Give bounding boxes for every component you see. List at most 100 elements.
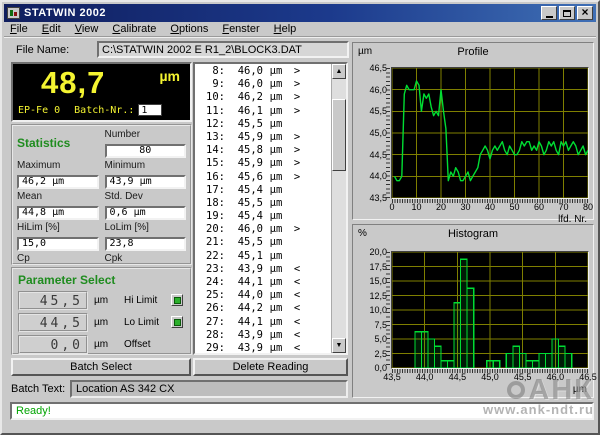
title-bar[interactable]: STATWIN 2002 × [4,4,596,22]
stat-field-mean: Mean [17,190,99,220]
probe-label: EP-Fe 0 [18,105,60,116]
reading-flag [289,250,305,263]
batch-nr-input[interactable] [138,104,162,116]
y-tick-label: 5,0 [357,334,387,344]
list-item[interactable]: 11:46,1µm> [195,105,331,118]
y-tick-label: 45,0 [357,128,387,138]
param-value-box[interactable]: 44,5 [18,313,88,332]
menu-help[interactable]: Help [274,23,297,35]
list-item[interactable]: 16:45,6µm> [195,171,331,184]
batch-text-field[interactable] [70,380,348,398]
minimize-button[interactable] [541,6,557,20]
scrollbar-track[interactable] [332,79,346,338]
stat-value[interactable] [17,206,99,220]
app-window: STATWIN 2002 × File Edit View Calibrate Opti… [0,0,600,435]
close-button[interactable]: × [577,6,593,20]
list-item[interactable]: 25:44,0µm< [195,289,331,302]
x-tick-label: 44,5 [442,372,472,382]
y-tick-label: 43,5 [357,193,387,203]
stat-label: LoLim [%] [105,222,187,233]
list-item[interactable]: 24:44,1µm< [195,276,331,289]
list-item[interactable]: 9:46,0µm> [195,78,331,91]
list-item[interactable]: 15:45,9µm> [195,157,331,170]
reading-value: 46,0 [225,65,263,78]
stat-value[interactable] [105,206,187,220]
batch-text-label: Batch Text: [11,383,65,395]
param-label: Offset [124,339,171,350]
param-value-box[interactable]: 0,0 [18,335,88,354]
x-minor-ticks [392,369,588,373]
reading-flag: > [289,65,305,78]
scroll-down-button[interactable]: ▼ [332,338,346,353]
scrollbar-thumb[interactable] [332,99,346,171]
reading-unit: µm [263,263,289,276]
stat-label: Cpk [105,253,187,264]
stat-field-hilim-: HiLim [%] [17,221,99,251]
stat-value[interactable] [17,237,99,251]
list-item[interactable]: 17:45,4µm [195,184,331,197]
list-item[interactable]: 26:44,2µm< [195,302,331,315]
list-item[interactable]: 18:45,5µm [195,197,331,210]
readings-scrollbar[interactable]: ▲ ▼ [331,64,346,353]
y-tick-label: 46,5 [357,63,387,73]
reading-value: 46,0 [225,223,263,236]
menu-edit[interactable]: Edit [42,23,61,35]
reading-index: 9: [195,78,225,91]
x-tick-label: 43,5 [377,372,407,382]
menu-view[interactable]: View [75,23,99,35]
param-value-box[interactable]: 45,5 [18,291,88,310]
reading-flag: > [289,144,305,157]
list-item[interactable]: 8:46,0µm> [195,65,331,78]
list-item[interactable]: 28:43,9µm< [195,329,331,342]
list-item[interactable]: 12:45,5µm [195,118,331,131]
reading-index: 18: [195,197,225,210]
reading-unit: µm [263,236,289,249]
list-item[interactable]: 19:45,4µm [195,210,331,223]
menu-options[interactable]: Options [170,23,208,35]
y-tick-label: 12,5 [357,291,387,301]
list-item[interactable]: 23:43,9µm< [195,263,331,276]
list-item[interactable]: 21:45,5µm [195,236,331,249]
menu-bar: File Edit View Calibrate Options Fenster Help [4,22,596,37]
scroll-up-button[interactable]: ▲ [332,64,346,79]
reading-flag: < [289,316,305,329]
stat-value[interactable] [105,175,187,189]
param-label: Lo Limit [124,317,171,328]
reading-flag: < [289,276,305,289]
list-item[interactable]: 13:45,9µm> [195,131,331,144]
stat-value[interactable] [105,237,187,251]
parameter-select-panel: Parameter Select 45,5µmHi Limit44,5µmLo … [11,267,192,355]
reading-unit: µm [263,118,289,131]
list-item[interactable]: 14:45,8µm> [195,144,331,157]
list-item[interactable]: 20:46,0µm> [195,223,331,236]
led-indicator[interactable] [171,316,183,328]
histogram-chart [392,252,588,368]
list-item[interactable]: 27:44,1µm< [195,316,331,329]
reading-unit: µm [263,342,289,353]
menu-calibrate[interactable]: Calibrate [112,23,156,35]
reading-unit: µm [263,78,289,91]
reading-unit: µm [263,184,289,197]
stat-label: Number [105,129,187,140]
menu-fenster[interactable]: Fenster [222,23,259,35]
stat-label: Std. Dev [105,191,187,202]
y-tick-label: 10,0 [357,305,387,315]
list-item[interactable]: 22:45,1µm [195,250,331,263]
parameter-rows: 45,5µmHi Limit44,5µmLo Limit0,0µmOffset [18,289,185,355]
delete-reading-button[interactable]: Delete Reading [193,358,348,376]
stat-label: Maximum [17,160,99,171]
list-item[interactable]: 10:46,2µm> [195,91,331,104]
stat-value[interactable] [17,175,99,189]
stat-value[interactable] [105,144,187,158]
maximize-button[interactable] [559,6,575,20]
file-name-field[interactable] [97,41,349,58]
reading-index: 12: [195,118,225,131]
led-indicator[interactable] [171,294,183,306]
reading-value: 45,4 [225,210,263,223]
batch-select-button[interactable]: Batch Select [11,358,191,376]
chart-plot [391,67,589,199]
list-item[interactable]: 29:43,9µm< [195,342,331,353]
y-tick-label: 20,0 [357,247,387,257]
y-minor-ticks [386,68,390,198]
menu-file[interactable]: File [10,23,28,35]
